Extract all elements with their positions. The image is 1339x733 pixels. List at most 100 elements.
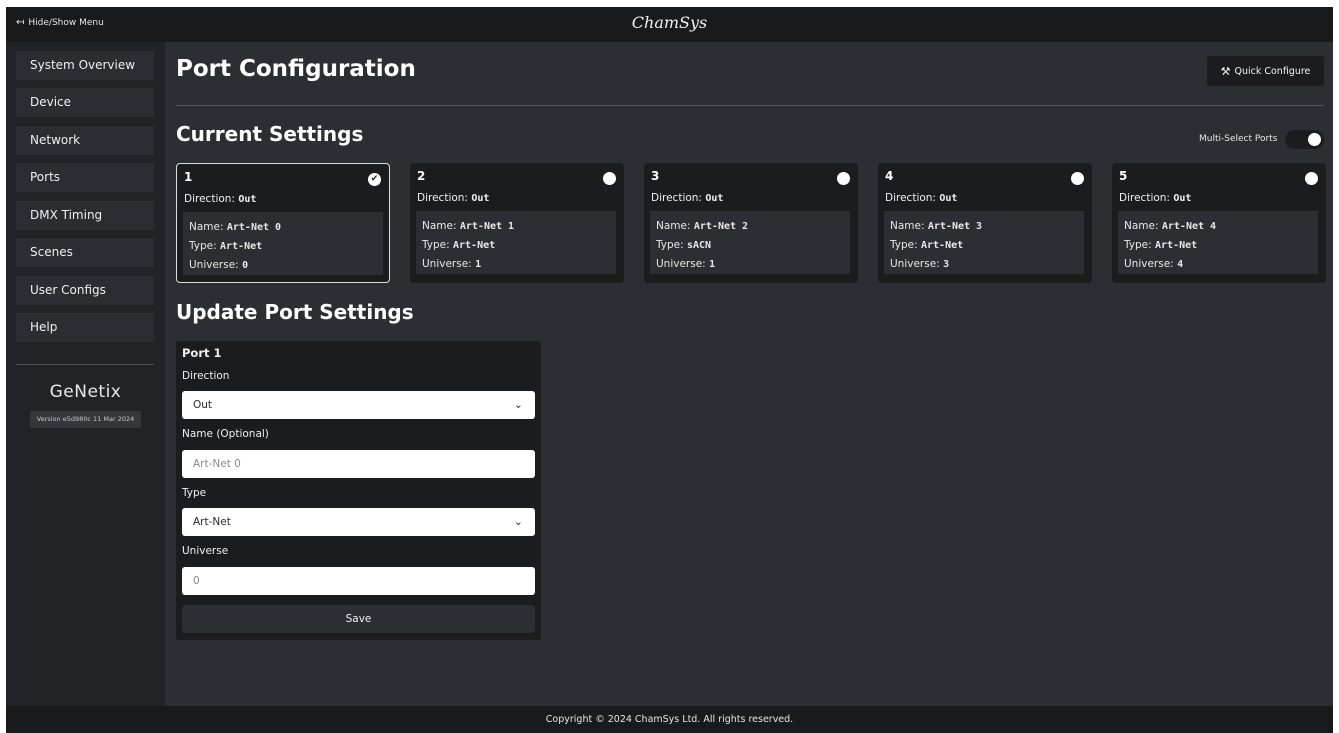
sidebar-item-network[interactable]: Network: [16, 126, 154, 155]
brand-logo: ChamSys: [631, 13, 708, 32]
quick-configure-button[interactable]: ⚒ Quick Configure: [1207, 56, 1324, 86]
port-universe: Universe: 1: [422, 258, 482, 270]
quick-configure-label: Quick Configure: [1234, 65, 1311, 77]
port-type-value: Art-Net: [1155, 240, 1198, 251]
port-universe: Universe: 1: [656, 258, 716, 270]
name-label: Name (Optional): [182, 428, 269, 440]
port-card-2[interactable]: 2 Direction: Out Name: Art-Net 1 Type: A…: [410, 163, 624, 283]
port-card-1[interactable]: 1 ✔ Direction: Out Name: Art-Net 0 Type:…: [176, 163, 390, 283]
port-direction: Direction: Out: [1119, 192, 1192, 204]
port-type: Type: Art-Net: [890, 239, 964, 251]
port-universe-value: 0: [242, 260, 249, 271]
direction-select-value: Out: [193, 399, 213, 411]
port-name: Name: Art-Net 4: [1124, 220, 1217, 232]
port-type-value: Art-Net: [921, 240, 964, 251]
port-name-value: Art-Net 0: [226, 222, 282, 233]
port-universe-value: 1: [475, 259, 482, 270]
port-info: Name: Art-Net 0 Type: Art-Net Universe: …: [183, 212, 383, 275]
port-universe: Universe: 0: [189, 259, 249, 271]
sidebar-item-ports[interactable]: Ports: [16, 163, 154, 192]
port-universe-value: 4: [1177, 259, 1184, 270]
port-name: Name: Art-Net 0: [189, 221, 282, 233]
port-name: Name: Art-Net 3: [890, 220, 983, 232]
port-card-3[interactable]: 3 Direction: Out Name: Art-Net 2 Type: s…: [644, 163, 858, 283]
universe-input[interactable]: [182, 567, 535, 595]
port-direction-value: Out: [705, 193, 724, 204]
chevron-down-icon: ⌄: [513, 398, 523, 411]
radio-icon[interactable]: [837, 172, 850, 185]
save-button[interactable]: Save: [182, 605, 535, 633]
current-settings-heading: Current Settings: [176, 122, 364, 146]
update-port-form: Port 1 Direction Out ⌄ Name (Optional) T…: [176, 341, 541, 640]
port-info: Name: Art-Net 4 Type: Art-Net Universe: …: [1118, 211, 1318, 274]
port-name-value: Art-Net 2: [693, 221, 749, 232]
sidebar-item-device[interactable]: Device: [16, 88, 154, 117]
version-badge: Version e5d980c 11 Mar 2024: [30, 411, 141, 428]
sidebar: System Overview Device Network Ports DMX…: [6, 42, 165, 706]
port-card-4[interactable]: 4 Direction: Out Name: Art-Net 3 Type: A…: [878, 163, 1092, 283]
port-direction: Direction: Out: [417, 192, 490, 204]
chevron-down-icon: ⌄: [513, 515, 523, 528]
port-type: Type: Art-Net: [1124, 239, 1198, 251]
port-number: 1: [184, 170, 193, 184]
port-universe-value: 1: [709, 259, 716, 270]
sidebar-item-system-overview[interactable]: System Overview: [16, 51, 154, 80]
multi-select-label: Multi-Select Ports: [1199, 134, 1278, 144]
sidebar-item-dmx-timing[interactable]: DMX Timing: [16, 201, 154, 230]
magic-wand-icon: ⚒: [1220, 64, 1231, 78]
main-content: Port Configuration ⚒ Quick Configure Cur…: [165, 42, 1333, 706]
port-info: Name: Art-Net 2 Type: sACN Universe: 1: [650, 211, 850, 274]
check-icon: ✔: [368, 173, 381, 186]
port-number: 2: [417, 169, 426, 183]
port-type: Type: Art-Net: [189, 240, 263, 252]
port-direction: Direction: Out: [885, 192, 958, 204]
universe-label: Universe: [182, 545, 229, 557]
port-type: Type: sACN: [656, 239, 712, 251]
port-type-value: Art-Net: [453, 240, 496, 251]
port-universe: Universe: 3: [890, 258, 950, 270]
title-divider: [176, 105, 1324, 106]
type-select[interactable]: Art-Net ⌄: [182, 508, 535, 536]
form-port-label: Port 1: [182, 346, 222, 360]
radio-icon[interactable]: [1071, 172, 1084, 185]
radio-icon[interactable]: [603, 172, 616, 185]
name-input[interactable]: [182, 450, 535, 478]
radio-icon[interactable]: [1305, 172, 1318, 185]
port-number: 4: [885, 169, 894, 183]
port-direction-value: Out: [1173, 193, 1192, 204]
type-label: Type: [182, 487, 207, 499]
direction-select[interactable]: Out ⌄: [182, 391, 535, 419]
app-window: ↤ Hide/Show Menu ChamSys System Overview…: [6, 7, 1333, 733]
port-direction-value: Out: [238, 194, 257, 205]
type-select-value: Art-Net: [193, 516, 231, 528]
genetix-logo: GeNetix: [49, 382, 122, 402]
port-universe-value: 3: [943, 259, 950, 270]
sidebar-item-user-configs[interactable]: User Configs: [16, 276, 154, 305]
port-type-value: Art-Net: [220, 241, 263, 252]
sidebar-divider: [16, 364, 154, 365]
port-direction-value: Out: [471, 193, 490, 204]
port-type: Type: Art-Net: [422, 239, 496, 251]
port-name-value: Art-Net 1: [459, 221, 515, 232]
footer: Copyright © 2024 ChamSys Ltd. All rights…: [6, 706, 1333, 733]
port-name: Name: Art-Net 2: [656, 220, 749, 232]
port-name-value: Art-Net 3: [927, 221, 983, 232]
sidebar-item-help[interactable]: Help: [16, 313, 154, 342]
toggle-knob: [1308, 133, 1321, 146]
sidebar-item-scenes[interactable]: Scenes: [16, 238, 154, 267]
port-universe: Universe: 4: [1124, 258, 1184, 270]
page-title: Port Configuration: [176, 56, 416, 82]
port-card-5[interactable]: 5 Direction: Out Name: Art-Net 4 Type: A…: [1112, 163, 1326, 283]
port-name-value: Art-Net 4: [1161, 221, 1217, 232]
port-number: 3: [651, 169, 660, 183]
port-info: Name: Art-Net 3 Type: Art-Net Universe: …: [884, 211, 1084, 274]
top-bar: ↤ Hide/Show Menu ChamSys: [6, 7, 1333, 42]
port-direction: Direction: Out: [651, 192, 724, 204]
port-info: Name: Art-Net 1 Type: Art-Net Universe: …: [416, 211, 616, 274]
port-type-value: sACN: [687, 240, 712, 251]
multi-select-toggle[interactable]: [1285, 130, 1324, 149]
port-direction: Direction: Out: [184, 193, 257, 205]
port-direction-value: Out: [939, 193, 958, 204]
direction-label: Direction: [182, 370, 230, 382]
port-name: Name: Art-Net 1: [422, 220, 515, 232]
